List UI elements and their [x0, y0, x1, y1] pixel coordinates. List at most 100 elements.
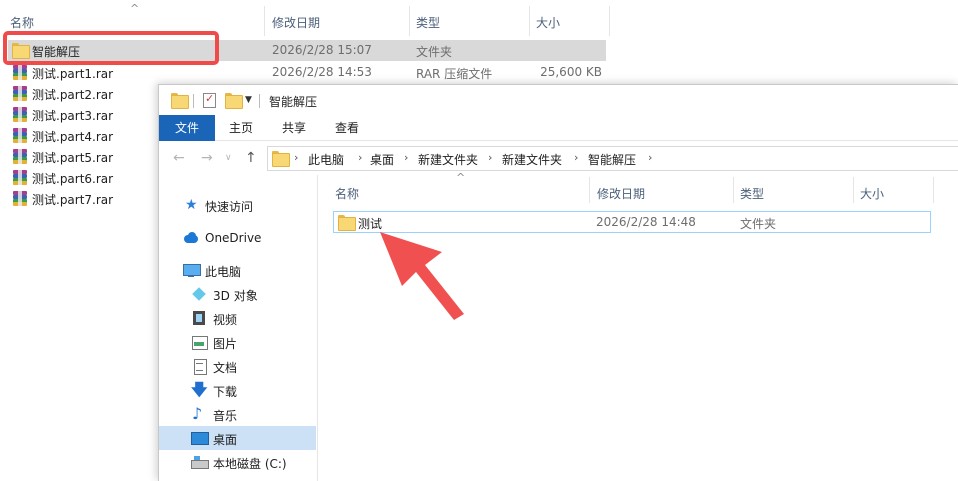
file-name: 测试.part5.rar	[32, 151, 114, 165]
sort-ascending-icon: ^	[456, 171, 466, 184]
file-list: ^ 名称 修改日期 类型 大小 测试 2026/2/28 14:48 文件夹	[319, 171, 958, 481]
file-name: 测试.part6.rar	[32, 172, 114, 186]
ribbon-tabs: 文件 主页 共享 查看	[159, 115, 958, 141]
nav-label: OneDrive	[205, 231, 262, 245]
computer-icon	[183, 262, 201, 278]
window-title: 智能解压	[269, 95, 318, 109]
address-bar[interactable]: › 此电脑 › 桌面 › 新建文件夹 › 新建文件夹 › 智能解压 ›	[267, 146, 958, 171]
folder-icon	[272, 151, 290, 167]
nav-item-pictures[interactable]: 图片	[159, 330, 316, 354]
column-type[interactable]: 类型	[416, 14, 440, 31]
file-size: 25,600 KB	[540, 65, 602, 79]
breadcrumb-current[interactable]: 智能解压	[588, 151, 636, 168]
title-bar: ▼ 智能解压	[159, 85, 958, 115]
breadcrumb-new-folder-1[interactable]: 新建文件夹	[418, 151, 478, 168]
music-icon: ♪	[192, 404, 203, 423]
nav-label: 图片	[213, 337, 238, 351]
highlight-box	[3, 31, 219, 65]
nav-item-music[interactable]: ♪ 音乐	[159, 402, 316, 426]
file-type: 文件夹	[740, 217, 777, 231]
desktop-icon	[191, 430, 209, 446]
file-type: 文件夹	[416, 45, 453, 59]
tab-share[interactable]: 共享	[274, 115, 314, 141]
chevron-right-icon[interactable]: ›	[488, 151, 492, 164]
rar-icon	[12, 128, 28, 143]
chevron-right-icon[interactable]: ›	[574, 151, 578, 164]
chevron-right-icon[interactable]: ›	[404, 151, 408, 164]
properties-icon[interactable]	[203, 92, 216, 108]
file-name: 测试.part3.rar	[32, 109, 114, 123]
explorer-window: ▼ 智能解压 文件 主页 共享 查看 ← → ∨ ↑ › 此电脑 › 桌面 › …	[158, 84, 958, 481]
cloud-icon	[183, 230, 199, 246]
file-name: 测试.part2.rar	[32, 88, 114, 102]
chevron-right-icon[interactable]: ›	[358, 151, 362, 164]
nav-item-desktop[interactable]: 桌面	[159, 426, 316, 450]
nav-label: 桌面	[213, 433, 238, 447]
folder-icon	[171, 93, 189, 109]
column-date[interactable]: 修改日期	[272, 14, 320, 31]
list-item[interactable]: 测试.part1.rar 2026/2/28 14:53 RAR 压缩文件 25…	[8, 62, 606, 83]
navigation-pane: ★ 快速访问 OneDrive 此电脑 3D 对象 视频 图片 文档 🡇 下载 …	[159, 175, 317, 481]
nav-label: 音乐	[213, 409, 238, 423]
rar-icon	[12, 191, 28, 206]
rar-icon	[12, 86, 28, 101]
new-folder-icon[interactable]	[225, 93, 243, 109]
file-name: 测试.part7.rar	[32, 193, 114, 207]
column-name[interactable]: 名称	[335, 185, 359, 202]
file-date: 2026/2/28 14:53	[272, 65, 372, 79]
column-type[interactable]: 类型	[740, 185, 764, 202]
column-size[interactable]: 大小	[860, 185, 884, 202]
breadcrumb-new-folder-2[interactable]: 新建文件夹	[502, 151, 562, 168]
folder-icon	[338, 215, 356, 231]
nav-item-documents[interactable]: 文档	[159, 354, 316, 378]
tab-home[interactable]: 主页	[221, 115, 261, 141]
forward-arrow-icon[interactable]: →	[201, 150, 213, 166]
nav-label: 3D 对象	[213, 289, 258, 303]
file-name: 测试.part1.rar	[32, 67, 114, 81]
video-icon	[191, 310, 207, 326]
nav-label: 快速访问	[205, 200, 254, 214]
breadcrumb-desktop[interactable]: 桌面	[370, 151, 394, 168]
nav-item-downloads[interactable]: 🡇 下载	[159, 378, 316, 402]
picture-icon	[191, 334, 208, 350]
nav-label: 文档	[213, 361, 238, 375]
nav-label: 视频	[213, 313, 238, 327]
file-name: 测试.part4.rar	[32, 130, 114, 144]
red-arrow-icon	[380, 232, 464, 320]
back-arrow-icon[interactable]: ←	[173, 150, 185, 166]
address-row: ← → ∨ ↑ › 此电脑 › 桌面 › 新建文件夹 › 新建文件夹 › 智能解…	[159, 143, 958, 175]
chevron-down-icon[interactable]: ∨	[225, 153, 232, 163]
nav-item-onedrive[interactable]: OneDrive	[159, 226, 316, 250]
file-type: RAR 压缩文件	[416, 67, 493, 81]
rar-icon	[12, 170, 28, 185]
breadcrumb-this-pc[interactable]: 此电脑	[308, 151, 344, 168]
download-icon: 🡇	[191, 380, 208, 399]
rar-icon	[12, 149, 28, 164]
up-arrow-icon[interactable]: ↑	[245, 150, 257, 166]
sort-ascending-icon: ^	[130, 2, 140, 15]
pane-divider[interactable]	[317, 175, 318, 481]
chevron-down-icon[interactable]: ▼	[245, 95, 252, 105]
cube-icon	[191, 286, 207, 302]
nav-label: 下载	[213, 385, 238, 399]
chevron-right-icon[interactable]: ›	[294, 151, 298, 164]
file-date: 2026/2/28 15:07	[272, 43, 372, 57]
file-date: 2026/2/28 14:48	[596, 215, 696, 229]
chevron-right-icon[interactable]: ›	[648, 151, 652, 164]
drive-icon	[191, 454, 209, 470]
nav-item-quick-access[interactable]: ★ 快速访问	[159, 193, 316, 217]
nav-item-3d-objects[interactable]: 3D 对象	[159, 282, 316, 306]
rar-icon	[12, 107, 28, 122]
column-date[interactable]: 修改日期	[597, 185, 645, 202]
tab-view[interactable]: 查看	[327, 115, 367, 141]
nav-item-this-pc[interactable]: 此电脑	[159, 258, 316, 282]
column-size[interactable]: 大小	[536, 14, 560, 31]
tab-file[interactable]: 文件	[159, 115, 215, 141]
nav-label: 此电脑	[205, 265, 242, 279]
nav-item-videos[interactable]: 视频	[159, 306, 316, 330]
rar-icon	[12, 65, 28, 80]
star-icon: ★	[185, 197, 198, 213]
document-icon	[191, 358, 207, 375]
column-name[interactable]: 名称	[10, 14, 34, 31]
nav-item-local-disk[interactable]: 本地磁盘 (C:)	[159, 450, 316, 474]
